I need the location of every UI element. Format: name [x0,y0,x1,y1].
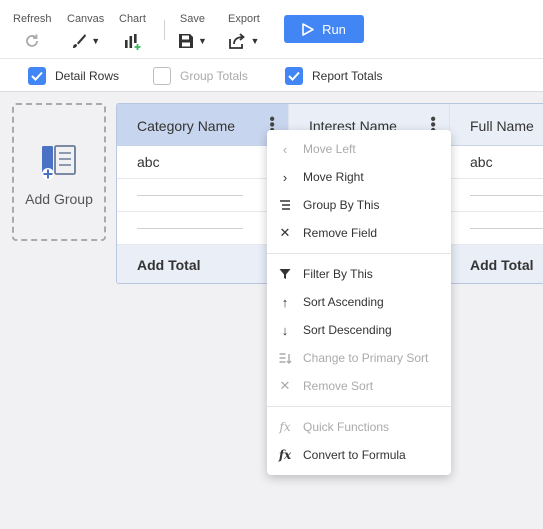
play-icon [302,22,314,36]
canvas-label: Canvas [67,13,105,25]
add-chart-icon [125,34,141,50]
report-totals-checkbox[interactable] [285,67,303,85]
filter-icon [267,268,303,280]
menu-item-label: Remove Sort [303,379,374,393]
report-totals-label: Report Totals [312,69,383,83]
menu-divider [267,406,451,407]
function-icon: fx [279,420,291,434]
menu-item-label: Remove Field [303,226,378,240]
group-lines-icon [267,200,303,210]
export-label: Export [228,13,260,25]
check-icon [31,71,43,81]
menu-item-move-right[interactable]: › Move Right [267,163,451,191]
refresh-label: Refresh [13,13,52,25]
column-full-name: Full Name abc Add Total [449,104,543,283]
add-group-dropzone[interactable]: Add Group [12,103,106,241]
column-context-menu: ‹ Move Left › Move Right Group By This ✕… [267,130,451,475]
placeholder-line [137,195,243,196]
menu-item-label: Change to Primary Sort [303,351,429,365]
brush-icon [73,34,87,48]
share-icon [229,33,246,49]
add-total-button[interactable]: Add Total [117,245,288,283]
column-category-name: Category Name ••• abc Add Total [117,104,288,283]
menu-item-remove-field[interactable]: ✕ Remove Field [267,219,451,247]
toolbar-divider [164,20,165,40]
column-header-label: Full Name [470,118,534,134]
chart-button[interactable]: Chart [119,13,146,52]
menu-item-filter-by[interactable]: Filter By This [267,260,451,288]
add-group-label: Add Group [25,191,93,207]
sort-lines-icon [267,352,303,364]
menu-item-move-left[interactable]: ‹ Move Left [267,135,451,163]
table-row [450,179,543,212]
placeholder-line [470,228,543,229]
menu-item-group-by[interactable]: Group By This [267,191,451,219]
add-total-button[interactable]: Add Total [450,245,543,283]
column-header[interactable]: Full Name [450,104,543,146]
chevron-down-icon: ▼ [91,36,101,46]
column-header-label: Category Name [137,118,236,134]
run-label: Run [322,21,346,37]
group-totals-option[interactable]: Group Totals [153,67,248,85]
run-button[interactable]: Run [284,15,364,43]
placeholder-line [470,195,543,196]
group-totals-label: Group Totals [180,69,248,83]
menu-item-label: Move Right [303,170,364,184]
menu-item-label: Sort Descending [303,323,392,337]
arrow-down-icon: ↓ [281,322,289,338]
chevron-right-icon: › [282,169,288,185]
table-row: abc [117,146,288,179]
canvas-button[interactable]: Canvas ▼ [67,13,104,52]
cell-value: abc [470,154,493,170]
save-icon [179,34,193,48]
cell-value: abc [137,154,160,170]
save-label: Save [179,13,205,25]
detail-rows-checkbox[interactable] [28,67,46,85]
group-totals-checkbox[interactable] [153,67,171,85]
export-button[interactable]: Export ▼ [228,13,260,52]
close-icon: ✕ [279,378,291,393]
toolbar: Refresh Canvas ▼ Chart Save ▼ Export ▼ R… [0,0,543,58]
chevron-down-icon: ▼ [198,36,207,46]
detail-rows-option[interactable]: Detail Rows [28,67,119,85]
detail-rows-label: Detail Rows [55,69,120,83]
menu-item-label: Filter By This [303,267,373,281]
menu-item-sort-descending[interactable]: ↓ Sort Descending [267,316,451,344]
function-icon: fx [278,448,292,462]
menu-item-label: Convert to Formula [303,448,406,462]
menu-item-convert-formula[interactable]: fx Convert to Formula [267,441,451,469]
menu-item-label: Quick Functions [303,420,390,434]
chevron-left-icon: ‹ [282,141,288,157]
table-row: abc [450,146,543,179]
options-bar: Detail Rows Group Totals Report Totals [0,58,543,92]
chevron-down-icon: ▼ [250,36,260,46]
report-totals-option[interactable]: Report Totals [285,67,382,85]
menu-item-label: Move Left [303,142,356,156]
menu-divider [267,253,451,254]
menu-item-sort-ascending[interactable]: ↑ Sort Ascending [267,288,451,316]
table-row [117,179,288,212]
menu-item-label: Sort Ascending [303,295,384,309]
menu-item-primary-sort[interactable]: Change to Primary Sort [267,344,451,372]
column-header[interactable]: Category Name ••• [117,104,288,146]
refresh-button[interactable]: Refresh [13,13,52,52]
table-row [450,212,543,245]
refresh-icon [26,34,39,47]
check-icon [288,71,300,81]
arrow-up-icon: ↑ [281,294,289,310]
menu-item-remove-sort[interactable]: ✕ Remove Sort [267,372,451,400]
chart-label: Chart [119,13,146,25]
placeholder-line [137,228,243,229]
close-icon: ✕ [279,225,291,240]
add-group-icon [42,145,76,180]
save-button[interactable]: Save ▼ [178,13,207,52]
table-row [117,212,288,245]
menu-item-quick-functions[interactable]: fx Quick Functions [267,413,451,441]
menu-item-label: Group By This [303,198,380,212]
